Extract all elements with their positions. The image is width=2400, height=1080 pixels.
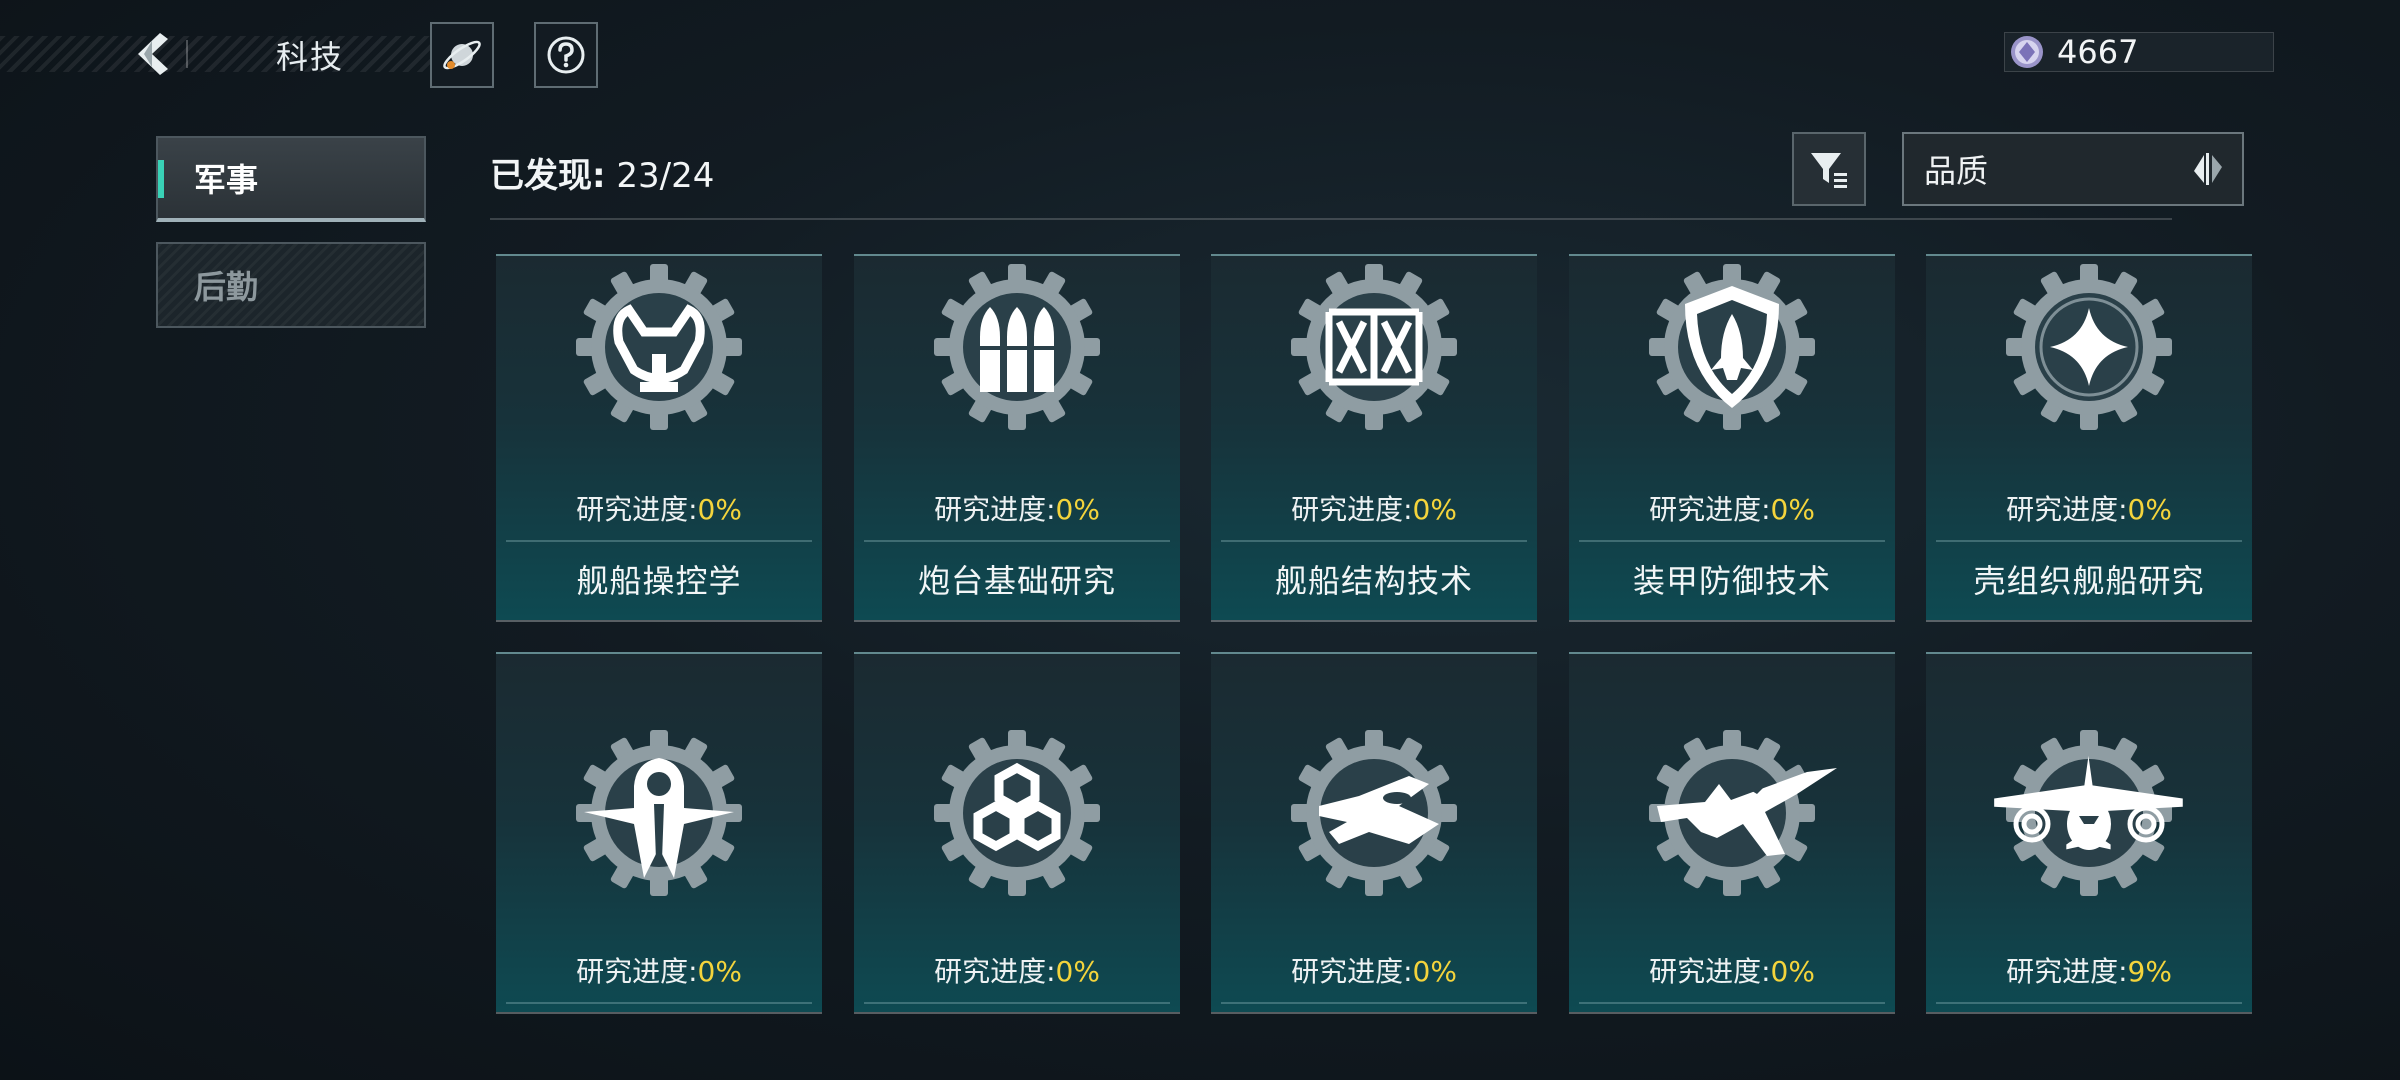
progress-value: 0%	[697, 493, 742, 526]
research-progress: 研究进度:0%	[1211, 488, 1537, 528]
question-icon	[547, 36, 585, 74]
steering-wheel-icon	[576, 264, 742, 430]
research-progress: 研究进度:0%	[1569, 488, 1895, 528]
progress-label: 研究进度:	[934, 955, 1056, 988]
card-divider	[1579, 540, 1885, 542]
discovered-value: 23/24	[616, 156, 715, 196]
progress-value: 0%	[1055, 955, 1100, 988]
tech-name: 壳组织舰船研究	[1973, 562, 2205, 600]
help-button[interactable]	[534, 22, 598, 88]
progress-label: 研究进度:	[576, 955, 698, 988]
tech-card[interactable]: 研究进度:0%	[854, 652, 1180, 1012]
tech-card[interactable]: 研究进度:9%	[1926, 652, 2252, 1012]
planet-icon	[443, 40, 481, 70]
card-divider	[506, 540, 812, 542]
tab-logistics[interactable]: 后勤	[156, 242, 426, 328]
card-divider	[1221, 540, 1527, 542]
progress-value: 0%	[1770, 493, 1815, 526]
tech-card[interactable]: 研究进度:0% 装甲防御技术	[1569, 254, 1895, 620]
research-progress: 研究进度:0%	[1569, 950, 1895, 990]
planet-button[interactable]	[430, 22, 494, 88]
card-divider	[1936, 540, 2242, 542]
research-progress: 研究进度:0%	[854, 488, 1180, 528]
tech-card[interactable]: 研究进度:0% 舰船操控学	[496, 254, 822, 620]
discovered-count: 已发现: 23/24	[490, 148, 714, 197]
progress-value: 0%	[1055, 493, 1100, 526]
title-divider	[186, 40, 188, 68]
tab-military-label: 军事	[194, 161, 259, 199]
armor-shield-icon	[1649, 264, 1815, 430]
research-progress: 研究进度:0%	[854, 950, 1180, 990]
progress-value: 0%	[1412, 493, 1457, 526]
back-arrow-icon	[138, 33, 168, 75]
winged-probe-icon	[576, 730, 742, 896]
card-divider	[1579, 1002, 1885, 1004]
progress-label: 研究进度:	[1649, 955, 1771, 988]
tab-military[interactable]: 军事	[156, 136, 426, 222]
progress-label: 研究进度:	[2006, 955, 2128, 988]
tech-name: 舰船结构技术	[1274, 562, 1473, 600]
ammunition-icon	[934, 264, 1100, 430]
tech-name: 装甲防御技术	[1632, 562, 1831, 600]
research-progress: 研究进度:0%	[1926, 488, 2252, 528]
tech-name: 舰船操控学	[576, 562, 742, 600]
crystal-currency-icon	[2011, 36, 2043, 68]
progress-label: 研究进度:	[1291, 955, 1413, 988]
tech-card[interactable]: 研究进度:0% 壳组织舰船研究	[1926, 254, 2252, 620]
progress-label: 研究进度:	[2006, 493, 2128, 526]
twin-turbine-plane-icon	[1994, 730, 2183, 896]
discovered-label: 已发现:	[490, 156, 606, 196]
tech-name: 炮台基础研究	[917, 562, 1116, 600]
jet-fighter-icon	[1649, 730, 1837, 896]
small-fighter-icon	[1291, 730, 1457, 896]
card-divider	[864, 1002, 1170, 1004]
progress-label: 研究进度:	[576, 493, 698, 526]
sort-dropdown[interactable]: 品质	[1902, 132, 2244, 206]
progress-value: 0%	[1412, 955, 1457, 988]
page-title: 科技	[275, 38, 344, 76]
hexagon-cluster-icon	[934, 730, 1100, 896]
sort-order-icon	[2194, 153, 2222, 185]
currency-amount: 4667	[2057, 33, 2139, 71]
tab-logistics-label: 后勤	[194, 268, 259, 306]
card-divider	[864, 540, 1170, 542]
research-progress: 研究进度:0%	[496, 950, 822, 990]
research-progress: 研究进度:0%	[496, 488, 822, 528]
research-progress: 研究进度:0%	[1211, 950, 1537, 990]
currency-display: 4667	[2004, 32, 2274, 72]
active-tab-indicator	[158, 160, 164, 198]
tech-card[interactable]: 研究进度:0%	[496, 652, 822, 1012]
progress-value: 0%	[1770, 955, 1815, 988]
tech-card[interactable]: 研究进度:0%	[1211, 652, 1537, 1012]
progress-label: 研究进度:	[1291, 493, 1413, 526]
research-progress: 研究进度:9%	[1926, 950, 2252, 990]
header-divider	[490, 218, 2172, 220]
progress-value: 0%	[2127, 493, 2172, 526]
card-divider	[1936, 1002, 2242, 1004]
card-divider	[1221, 1002, 1527, 1004]
back-button[interactable]	[128, 28, 176, 80]
tech-card[interactable]: 研究进度:0%	[1569, 652, 1895, 1012]
progress-label: 研究进度:	[934, 493, 1056, 526]
sort-selected-value: 品质	[1924, 152, 1989, 190]
gear-ring	[576, 264, 742, 430]
progress-value: 9%	[2127, 955, 2172, 988]
filter-button[interactable]	[1792, 132, 1866, 206]
tech-card[interactable]: 研究进度:0% 炮台基础研究	[854, 254, 1180, 620]
hull-frame-icon	[1291, 264, 1457, 430]
four-point-star-icon	[2006, 264, 2172, 430]
tech-card[interactable]: 研究进度:0% 舰船结构技术	[1211, 254, 1537, 620]
filter-icon	[1811, 153, 1847, 188]
progress-value: 0%	[697, 955, 742, 988]
progress-label: 研究进度:	[1649, 493, 1771, 526]
card-divider	[506, 1002, 812, 1004]
